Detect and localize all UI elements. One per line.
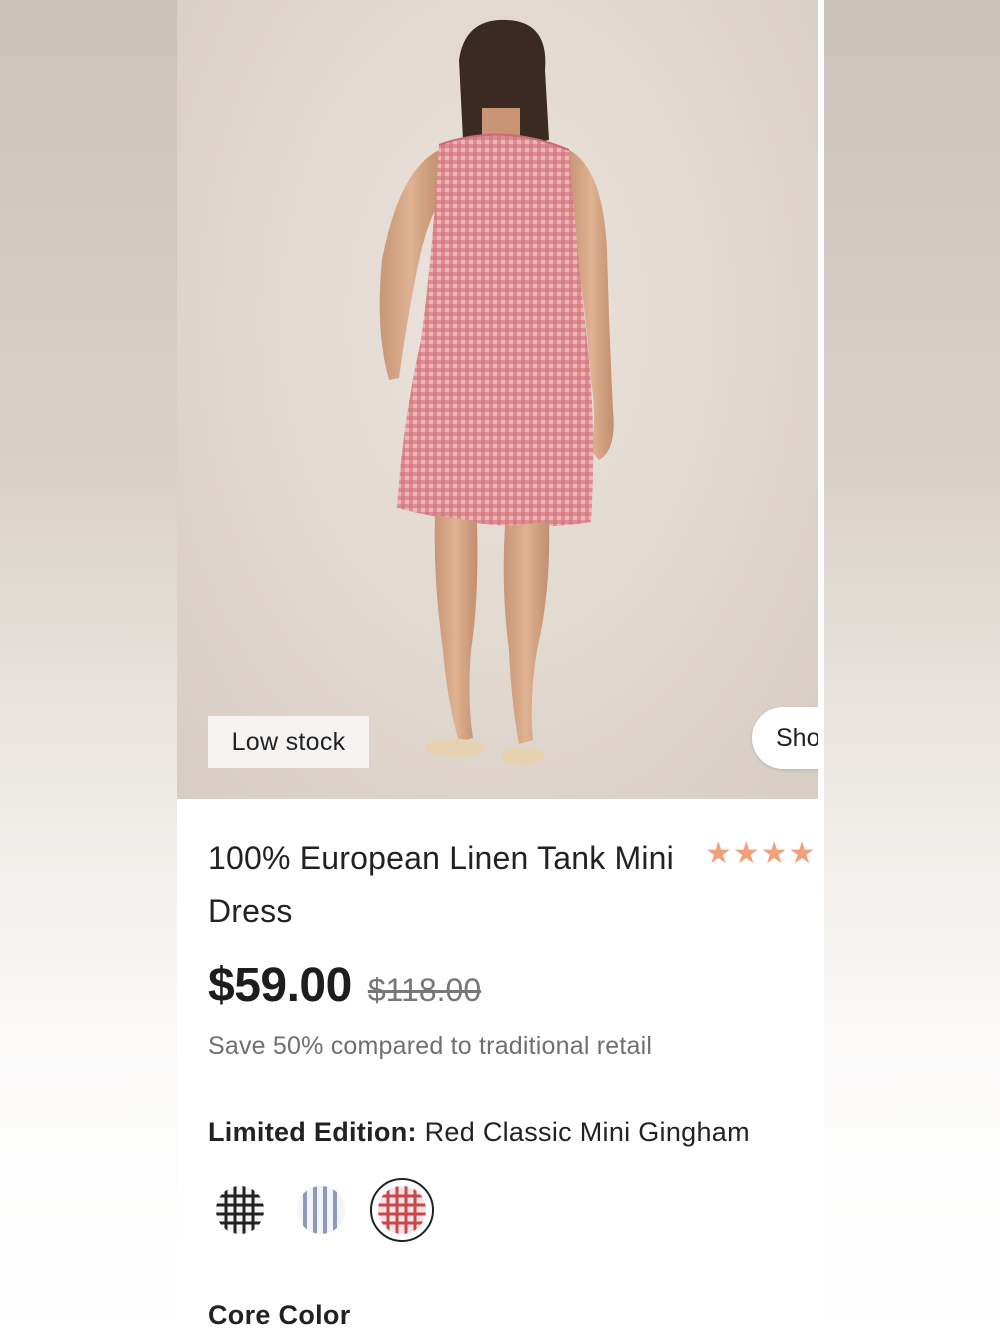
shop-button[interactable]: Sho xyxy=(752,707,818,769)
edition-value: Red Classic Mini Gingham xyxy=(416,1117,750,1147)
right-backdrop xyxy=(824,0,1000,1333)
rating-stars-icon[interactable]: ★★★★ xyxy=(705,836,817,871)
current-price: $59.00 xyxy=(208,959,352,1012)
product-image[interactable]: Low stock Sho xyxy=(177,0,818,799)
blue-stripe-swatch-icon[interactable] xyxy=(289,1178,353,1242)
red-gingham-swatch-icon[interactable] xyxy=(370,1178,434,1242)
black-gingham-swatch-icon[interactable] xyxy=(208,1178,272,1242)
price-row: $59.00 $118.00 xyxy=(208,958,481,1013)
swatch-fill xyxy=(378,1186,426,1234)
edition-label: Limited Edition: Red Classic Mini Gingha… xyxy=(208,1117,750,1148)
swatch-fill xyxy=(297,1186,345,1234)
edition-label-key: Limited Edition: xyxy=(208,1117,417,1147)
swatch-fill xyxy=(216,1186,264,1234)
product-title: 100% European Linen Tank Mini Dress xyxy=(208,840,674,929)
original-price: $118.00 xyxy=(367,972,482,1008)
product-card: Low stock Sho 100% European Linen Tank M… xyxy=(177,0,824,1333)
savings-text: Save 50% compared to traditional retail xyxy=(208,1032,653,1060)
low-stock-badge: Low stock xyxy=(208,716,369,768)
image-edge-divider xyxy=(818,0,824,799)
left-backdrop xyxy=(0,0,177,1333)
core-color-heading: Core Color xyxy=(208,1300,351,1330)
